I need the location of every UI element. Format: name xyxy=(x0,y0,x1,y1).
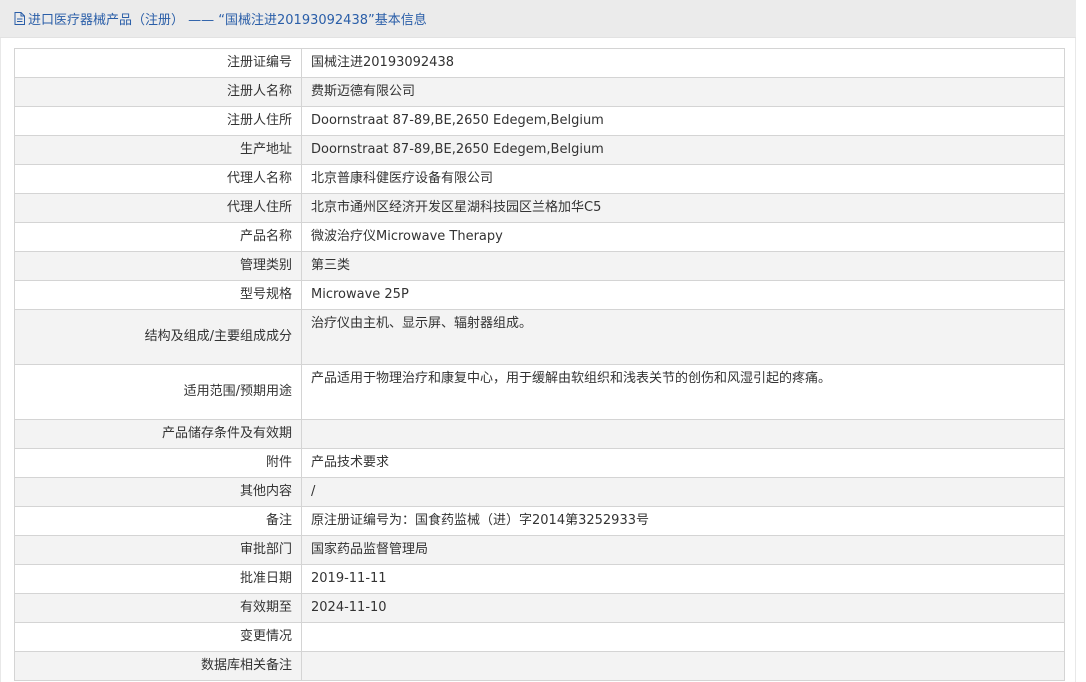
row-value: 第三类 xyxy=(301,251,1065,281)
row-label: 备注 xyxy=(14,506,302,536)
table-row: 数据库相关备注 xyxy=(14,651,1065,681)
row-value: 国械注进20193092438 xyxy=(301,48,1065,78)
row-label: 生产地址 xyxy=(14,135,302,165)
table-row: 备注 原注册证编号为：国食药监械（进）字2014第3252933号 xyxy=(14,506,1065,536)
table-row: 审批部门 国家药品监督管理局 xyxy=(14,535,1065,565)
table-row: 管理类别 第三类 xyxy=(14,251,1065,281)
row-label: 有效期至 xyxy=(14,593,302,623)
page-title: 进口医疗器械产品（注册） —— “国械注进20193092438”基本信息 xyxy=(28,13,427,28)
row-value xyxy=(301,651,1065,681)
table-row: 产品名称 微波治疗仪Microwave Therapy xyxy=(14,222,1065,252)
row-value: 微波治疗仪Microwave Therapy xyxy=(301,222,1065,252)
row-value: 北京市通州区经济开发区星湖科技园区兰格加华C5 xyxy=(301,193,1065,223)
table-row: 代理人名称 北京普康科健医疗设备有限公司 xyxy=(14,164,1065,194)
row-label: 产品储存条件及有效期 xyxy=(14,419,302,449)
row-value: 国家药品监督管理局 xyxy=(301,535,1065,565)
row-label: 变更情况 xyxy=(14,622,302,652)
row-label: 注册证编号 xyxy=(14,48,302,78)
row-label: 注册人名称 xyxy=(14,77,302,107)
row-label: 注册人住所 xyxy=(14,106,302,136)
row-value: 2019-11-11 xyxy=(301,564,1065,594)
table-row: 有效期至 2024-11-10 xyxy=(14,593,1065,623)
table-row: 注册人住所 Doornstraat 87-89,BE,2650 Edegem,Be… xyxy=(14,106,1065,136)
row-value: 治疗仪由主机、显示屏、辐射器组成。 xyxy=(301,309,1065,365)
table-row: 结构及组成/主要组成成分 治疗仪由主机、显示屏、辐射器组成。 xyxy=(14,309,1065,365)
table-row: 注册人名称 费斯迈德有限公司 xyxy=(14,77,1065,107)
row-value: 2024-11-10 xyxy=(301,593,1065,623)
row-label: 结构及组成/主要组成成分 xyxy=(14,309,302,365)
table-row: 注册证编号 国械注进20193092438 xyxy=(14,48,1065,78)
table-row: 批准日期 2019-11-11 xyxy=(14,564,1065,594)
table-row: 变更情况 xyxy=(14,622,1065,652)
row-value: Doornstraat 87-89,BE,2650 Edegem,Belgium xyxy=(301,135,1065,165)
table-row: 附件 产品技术要求 xyxy=(14,448,1065,478)
row-label: 代理人名称 xyxy=(14,164,302,194)
row-value xyxy=(301,419,1065,449)
document-icon xyxy=(14,12,25,25)
table-row: 生产地址 Doornstraat 87-89,BE,2650 Edegem,Bel… xyxy=(14,135,1065,165)
info-panel: 注册证编号 国械注进20193092438 注册人名称 费斯迈德有限公司 注册人住所… xyxy=(0,38,1076,682)
table-row: 其他内容 / xyxy=(14,477,1065,507)
row-label: 管理类别 xyxy=(14,251,302,281)
row-value: 北京普康科健医疗设备有限公司 xyxy=(301,164,1065,194)
table-row: 适用范围/预期用途 产品适用于物理治疗和康复中心，用于缓解由软组织和浅表关节的创伤… xyxy=(14,364,1065,420)
page-header: 进口医疗器械产品（注册） —— “国械注进20193092438”基本信息 xyxy=(0,0,1076,38)
row-label: 型号规格 xyxy=(14,280,302,310)
row-label: 其他内容 xyxy=(14,477,302,507)
row-label: 批准日期 xyxy=(14,564,302,594)
info-table: 注册证编号 国械注进20193092438 注册人名称 费斯迈德有限公司 注册人住所… xyxy=(14,48,1065,681)
row-value: 产品适用于物理治疗和康复中心，用于缓解由软组织和浅表关节的创伤和风湿引起的疼痛。 xyxy=(301,364,1065,420)
table-row: 代理人住所 北京市通州区经济开发区星湖科技园区兰格加华C5 xyxy=(14,193,1065,223)
row-label: 审批部门 xyxy=(14,535,302,565)
row-label: 产品名称 xyxy=(14,222,302,252)
row-label: 附件 xyxy=(14,448,302,478)
row-value: / xyxy=(301,477,1065,507)
row-label: 适用范围/预期用途 xyxy=(14,364,302,420)
row-label: 数据库相关备注 xyxy=(14,651,302,681)
row-value xyxy=(301,622,1065,652)
page-margin xyxy=(1076,0,1086,682)
table-row: 型号规格 Microwave 25P xyxy=(14,280,1065,310)
row-value: 原注册证编号为：国食药监械（进）字2014第3252933号 xyxy=(301,506,1065,536)
table-row: 产品储存条件及有效期 xyxy=(14,419,1065,449)
row-value: 费斯迈德有限公司 xyxy=(301,77,1065,107)
row-value: Microwave 25P xyxy=(301,280,1065,310)
row-value: 产品技术要求 xyxy=(301,448,1065,478)
row-value: Doornstraat 87-89,BE,2650 Edegem,Belgium xyxy=(301,106,1065,136)
row-label: 代理人住所 xyxy=(14,193,302,223)
